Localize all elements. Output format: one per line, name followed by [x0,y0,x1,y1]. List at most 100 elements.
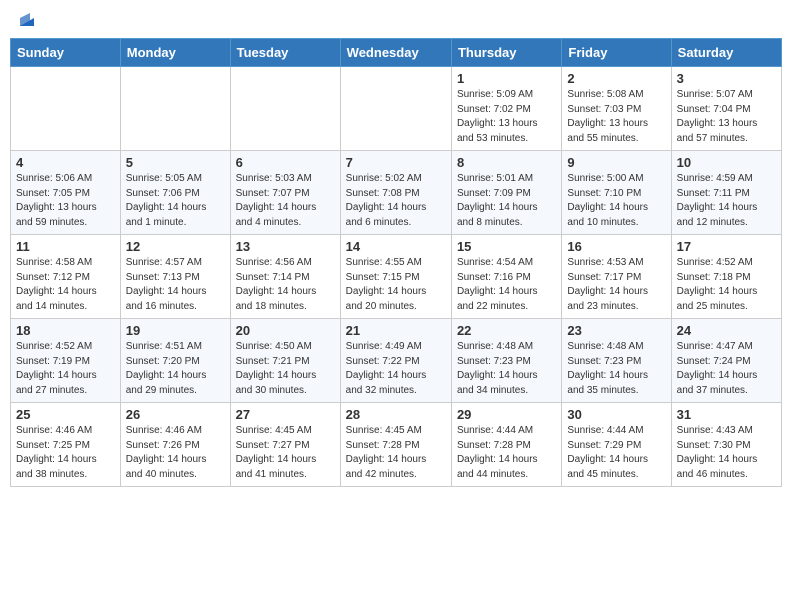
calendar-week-3: 11 Sunrise: 4:58 AM Sunset: 7:12 PM Dayli… [11,235,782,319]
day-info: Sunrise: 4:58 AM Sunset: 7:12 PM Dayligh… [16,256,115,314]
day-number: 23 [567,323,665,338]
weekday-header-thursday: Thursday [451,39,561,67]
day-info: Sunrise: 5:00 AM Sunset: 7:10 PM Dayligh… [567,172,665,230]
day-info: Sunrise: 5:05 AM Sunset: 7:06 PM Dayligh… [126,172,225,230]
calendar-cell: 1 Sunrise: 5:09 AM Sunset: 7:02 PM Daylig… [451,67,561,151]
calendar-cell: 22 Sunrise: 4:48 AM Sunset: 7:23 PM Dayli… [451,319,561,403]
day-info: Sunrise: 4:47 AM Sunset: 7:24 PM Dayligh… [677,340,776,398]
day-number: 9 [567,155,665,170]
logo [14,10,38,30]
calendar-cell: 4Sunrise: 5:06 AM Sunset: 7:05 PM Daylig… [11,151,121,235]
calendar-cell: 27 Sunrise: 4:45 AM Sunset: 7:27 PM Dayli… [230,403,340,487]
calendar-cell [120,67,230,151]
day-info: Sunrise: 5:01 AM Sunset: 7:09 PM Dayligh… [457,172,556,230]
day-number: 25 [16,407,115,422]
calendar-week-1: 1 Sunrise: 5:09 AM Sunset: 7:02 PM Daylig… [11,67,782,151]
day-info: Sunrise: 5:02 AM Sunset: 7:08 PM Dayligh… [346,172,446,230]
day-info: Sunrise: 5:09 AM Sunset: 7:02 PM Dayligh… [457,88,556,146]
day-info: Sunrise: 4:49 AM Sunset: 7:22 PM Dayligh… [346,340,446,398]
calendar-cell: 15 Sunrise: 4:54 AM Sunset: 7:16 PM Dayli… [451,235,561,319]
day-number: 28 [346,407,446,422]
day-info: Sunrise: 4:46 AM Sunset: 7:26 PM Dayligh… [126,424,225,482]
weekday-header-sunday: Sunday [11,39,121,67]
weekday-header-saturday: Saturday [671,39,781,67]
calendar-header-row: SundayMondayTuesdayWednesdayThursdayFrid… [11,39,782,67]
day-number: 12 [126,239,225,254]
day-info: Sunrise: 4:55 AM Sunset: 7:15 PM Dayligh… [346,256,446,314]
calendar-cell: 13Sunrise: 4:56 AM Sunset: 7:14 PM Dayli… [230,235,340,319]
day-info: Sunrise: 4:53 AM Sunset: 7:17 PM Dayligh… [567,256,665,314]
weekday-header-tuesday: Tuesday [230,39,340,67]
calendar-cell: 23 Sunrise: 4:48 AM Sunset: 7:23 PM Dayli… [562,319,671,403]
calendar-cell: 14 Sunrise: 4:55 AM Sunset: 7:15 PM Dayli… [340,235,451,319]
day-number: 2 [567,71,665,86]
day-info: Sunrise: 4:43 AM Sunset: 7:30 PM Dayligh… [677,424,776,482]
day-number: 3 [677,71,776,86]
day-info: Sunrise: 4:51 AM Sunset: 7:20 PM Dayligh… [126,340,225,398]
day-info: Sunrise: 4:52 AM Sunset: 7:19 PM Dayligh… [16,340,115,398]
calendar-cell: 26 Sunrise: 4:46 AM Sunset: 7:26 PM Dayli… [120,403,230,487]
calendar-cell: 16Sunrise: 4:53 AM Sunset: 7:17 PM Dayli… [562,235,671,319]
calendar-cell: 24 Sunrise: 4:47 AM Sunset: 7:24 PM Dayli… [671,319,781,403]
calendar-cell [11,67,121,151]
day-number: 5 [126,155,225,170]
day-info: Sunrise: 4:44 AM Sunset: 7:29 PM Dayligh… [567,424,665,482]
weekday-header-monday: Monday [120,39,230,67]
day-number: 6 [236,155,335,170]
calendar-cell: 9 Sunrise: 5:00 AM Sunset: 7:10 PM Daylig… [562,151,671,235]
calendar-cell: 28Sunrise: 4:45 AM Sunset: 7:28 PM Dayli… [340,403,451,487]
calendar-cell: 12 Sunrise: 4:57 AM Sunset: 7:13 PM Dayli… [120,235,230,319]
day-number: 29 [457,407,556,422]
day-number: 15 [457,239,556,254]
day-info: Sunrise: 4:48 AM Sunset: 7:23 PM Dayligh… [457,340,556,398]
page-header [10,10,782,30]
day-info: Sunrise: 4:52 AM Sunset: 7:18 PM Dayligh… [677,256,776,314]
day-number: 21 [346,323,446,338]
calendar-cell: 17 Sunrise: 4:52 AM Sunset: 7:18 PM Dayli… [671,235,781,319]
calendar-cell: 10Sunrise: 4:59 AM Sunset: 7:11 PM Dayli… [671,151,781,235]
day-number: 20 [236,323,335,338]
day-number: 1 [457,71,556,86]
calendar-cell: 29 Sunrise: 4:44 AM Sunset: 7:28 PM Dayli… [451,403,561,487]
day-info: Sunrise: 4:56 AM Sunset: 7:14 PM Dayligh… [236,256,335,314]
day-number: 19 [126,323,225,338]
day-info: Sunrise: 5:06 AM Sunset: 7:05 PM Dayligh… [16,172,115,230]
calendar-cell: 5 Sunrise: 5:05 AM Sunset: 7:06 PM Daylig… [120,151,230,235]
calendar-cell: 20Sunrise: 4:50 AM Sunset: 7:21 PM Dayli… [230,319,340,403]
day-number: 17 [677,239,776,254]
calendar-cell: 19 Sunrise: 4:51 AM Sunset: 7:20 PM Dayli… [120,319,230,403]
calendar-week-2: 4Sunrise: 5:06 AM Sunset: 7:05 PM Daylig… [11,151,782,235]
day-info: Sunrise: 4:59 AM Sunset: 7:11 PM Dayligh… [677,172,776,230]
day-info: Sunrise: 4:57 AM Sunset: 7:13 PM Dayligh… [126,256,225,314]
day-number: 22 [457,323,556,338]
day-number: 26 [126,407,225,422]
calendar-cell: 18Sunrise: 4:52 AM Sunset: 7:19 PM Dayli… [11,319,121,403]
weekday-header-friday: Friday [562,39,671,67]
day-info: Sunrise: 4:48 AM Sunset: 7:23 PM Dayligh… [567,340,665,398]
calendar-cell: 6 Sunrise: 5:03 AM Sunset: 7:07 PM Daylig… [230,151,340,235]
day-info: Sunrise: 4:45 AM Sunset: 7:27 PM Dayligh… [236,424,335,482]
calendar-cell: 30 Sunrise: 4:44 AM Sunset: 7:29 PM Dayli… [562,403,671,487]
day-info: Sunrise: 5:08 AM Sunset: 7:03 PM Dayligh… [567,88,665,146]
calendar-week-4: 18Sunrise: 4:52 AM Sunset: 7:19 PM Dayli… [11,319,782,403]
calendar-cell: 21 Sunrise: 4:49 AM Sunset: 7:22 PM Dayli… [340,319,451,403]
calendar-cell [340,67,451,151]
day-number: 27 [236,407,335,422]
calendar-cell: 8 Sunrise: 5:01 AM Sunset: 7:09 PM Daylig… [451,151,561,235]
day-number: 24 [677,323,776,338]
day-info: Sunrise: 4:46 AM Sunset: 7:25 PM Dayligh… [16,424,115,482]
day-info: Sunrise: 4:54 AM Sunset: 7:16 PM Dayligh… [457,256,556,314]
day-number: 7 [346,155,446,170]
day-number: 30 [567,407,665,422]
day-info: Sunrise: 5:03 AM Sunset: 7:07 PM Dayligh… [236,172,335,230]
calendar-week-5: 25 Sunrise: 4:46 AM Sunset: 7:25 PM Dayli… [11,403,782,487]
day-number: 11 [16,239,115,254]
day-number: 31 [677,407,776,422]
calendar-table: SundayMondayTuesdayWednesdayThursdayFrid… [10,38,782,487]
day-info: Sunrise: 4:44 AM Sunset: 7:28 PM Dayligh… [457,424,556,482]
calendar-cell: 25 Sunrise: 4:46 AM Sunset: 7:25 PM Dayli… [11,403,121,487]
day-number: 14 [346,239,446,254]
calendar-cell [230,67,340,151]
calendar-cell: 7 Sunrise: 5:02 AM Sunset: 7:08 PM Daylig… [340,151,451,235]
day-number: 8 [457,155,556,170]
